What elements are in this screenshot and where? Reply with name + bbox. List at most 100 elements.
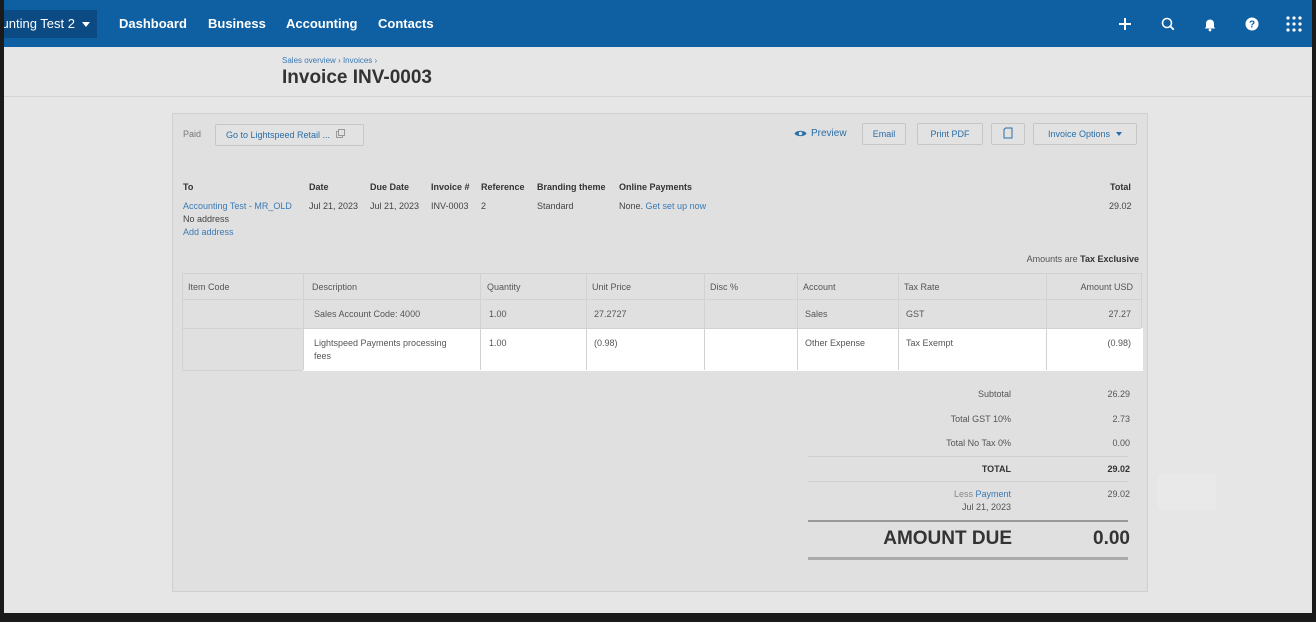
nav-accounting[interactable]: Accounting xyxy=(286,16,358,31)
breadcrumb: Sales overview › Invoices › xyxy=(282,56,377,65)
page-header: Sales overview › Invoices › Invoice INV-… xyxy=(4,47,1312,97)
table-divider xyxy=(183,299,1141,300)
nav-business[interactable]: Business xyxy=(208,16,266,31)
less-payment: Less Payment xyxy=(954,489,1011,499)
amount-due-underline xyxy=(808,557,1128,560)
row2-unit-price[interactable]: (0.98) xyxy=(594,338,618,348)
preview-label: Preview xyxy=(811,128,847,139)
copy-button[interactable] xyxy=(991,123,1025,145)
search-icon[interactable] xyxy=(1158,14,1178,34)
chevron-down-icon xyxy=(1116,132,1123,136)
header-branding-theme: Branding theme xyxy=(537,182,606,192)
subtotal-value: 26.29 xyxy=(1107,389,1130,399)
column-divider xyxy=(797,274,798,370)
column-divider xyxy=(898,274,899,370)
status-label: Paid xyxy=(183,129,202,139)
amounts-note-prefix: Amounts are xyxy=(1026,254,1078,264)
column-divider xyxy=(480,274,481,370)
organisation-switcher[interactable]: ounting Test 2 xyxy=(4,10,97,38)
breadcrumb-invoices[interactable]: Invoices xyxy=(343,56,372,65)
table-row-highlight xyxy=(303,328,1143,371)
row2-account[interactable]: Other Expense xyxy=(805,338,865,348)
total-label: TOTAL xyxy=(981,464,1011,474)
add-address-link[interactable]: Add address xyxy=(183,227,234,237)
column-divider xyxy=(303,274,304,370)
contact-link[interactable]: Accounting Test - MR_OLD xyxy=(183,201,292,211)
amounts-note: Amounts are Tax Exclusive xyxy=(1027,254,1139,264)
row1-quantity[interactable]: 1.00 xyxy=(489,309,507,319)
goto-lightspeed-label: Go to Lightspeed Retail ... xyxy=(226,130,331,140)
preview-button[interactable]: Preview xyxy=(794,128,847,139)
invoice-total: 29.02 xyxy=(1109,201,1132,211)
column-header-disc: Disc % xyxy=(710,282,739,292)
print-pdf-button[interactable]: Print PDF xyxy=(917,123,983,145)
invoice-options-label: Invoice Options xyxy=(1047,129,1111,139)
column-header-description: Description xyxy=(312,282,358,292)
plus-icon[interactable] xyxy=(1115,14,1135,34)
payment-value[interactable]: 29.02 xyxy=(1107,489,1130,499)
breadcrumb-sales-overview[interactable]: Sales overview xyxy=(282,56,336,65)
row2-amount: (0.98) xyxy=(1107,338,1131,348)
row2-quantity[interactable]: 1.00 xyxy=(489,338,507,348)
row1-description[interactable]: Sales Account Code: 4000 xyxy=(314,309,420,319)
get-set-up-link[interactable]: Get set up now xyxy=(646,201,707,211)
svg-text:?: ? xyxy=(1249,20,1255,31)
chevron-down-icon xyxy=(82,22,90,27)
bell-icon[interactable] xyxy=(1200,14,1220,34)
totals-divider xyxy=(808,456,1128,457)
column-divider xyxy=(704,274,705,370)
amounts-note-value: Tax Exclusive xyxy=(1080,254,1139,264)
row1-amount: 27.27 xyxy=(1108,309,1131,319)
nav-dashboard[interactable]: Dashboard xyxy=(119,16,187,31)
column-header-item-code: Item Code xyxy=(188,282,230,292)
payment-link[interactable]: Payment xyxy=(975,489,1011,499)
page-title: Invoice INV-0003 xyxy=(282,67,432,88)
column-header-account: Account xyxy=(803,282,836,292)
line-items-table: Item Code Description Quantity Unit Pric… xyxy=(182,273,1143,371)
email-button[interactable]: Email xyxy=(862,123,906,145)
header-due-date: Due Date xyxy=(370,182,410,192)
row2-tax-rate[interactable]: Tax Exempt xyxy=(906,338,953,348)
column-header-tax-rate: Tax Rate xyxy=(904,282,940,292)
invoice-date: Jul 21, 2023 xyxy=(309,201,359,211)
column-divider xyxy=(586,274,587,370)
row1-unit-price[interactable]: 27.2727 xyxy=(594,309,627,319)
table-divider xyxy=(183,328,1141,329)
row1-tax-rate[interactable]: GST xyxy=(906,309,925,319)
column-header-unit-price: Unit Price xyxy=(592,282,632,292)
floating-widget[interactable] xyxy=(1158,474,1216,510)
row1-account[interactable]: Sales xyxy=(805,309,828,319)
breadcrumb-separator: › xyxy=(374,56,378,65)
header-invoice-number: Invoice # xyxy=(431,182,470,192)
invoice-options-button[interactable]: Invoice Options xyxy=(1033,123,1137,145)
payment-date: Jul 21, 2023 xyxy=(961,502,1011,512)
online-payments-status: None. Get set up now xyxy=(619,201,706,211)
notax-value: 0.00 xyxy=(1112,438,1130,448)
goto-lightspeed-button[interactable]: Go to Lightspeed Retail ... xyxy=(215,124,364,146)
less-label: Less xyxy=(953,489,973,499)
document-icon xyxy=(1003,127,1013,139)
amount-due-divider xyxy=(808,520,1128,522)
invoice-panel: Paid Go to Lightspeed Retail ... Preview… xyxy=(172,113,1148,592)
header-date: Date xyxy=(309,182,329,192)
row2-description-line1[interactable]: Lightspeed Payments processing xyxy=(314,338,447,348)
total-value: 29.02 xyxy=(1107,464,1130,474)
external-link-icon xyxy=(335,129,345,138)
amount-due-value: 0.00 xyxy=(1093,528,1130,549)
invoice-branding: Standard xyxy=(537,201,574,211)
organisation-name: ounting Test 2 xyxy=(4,16,75,31)
contact-address: No address xyxy=(183,214,230,224)
help-icon[interactable]: ? xyxy=(1242,14,1262,34)
gst-label: Total GST 10% xyxy=(950,414,1011,424)
notax-label: Total No Tax 0% xyxy=(946,438,1011,448)
column-header-quantity: Quantity xyxy=(487,282,521,292)
apps-grid-icon[interactable] xyxy=(1284,14,1304,34)
row2-description-line2[interactable]: fees xyxy=(314,351,331,361)
invoice-due-date: Jul 21, 2023 xyxy=(370,201,420,211)
header-to: To xyxy=(183,182,194,192)
nav-contacts[interactable]: Contacts xyxy=(378,16,434,31)
amount-due-label: AMOUNT DUE xyxy=(883,528,1012,549)
header-total: Total xyxy=(1110,182,1131,192)
breadcrumb-separator: › xyxy=(338,56,341,65)
header-online-payments: Online Payments xyxy=(619,182,693,192)
